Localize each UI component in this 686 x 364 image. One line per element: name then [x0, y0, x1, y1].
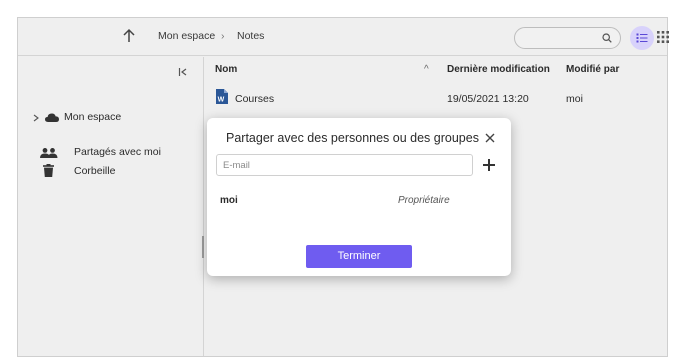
- sidebar-item-label: Mon espace: [64, 111, 122, 123]
- chevron-right-icon[interactable]: [33, 114, 39, 122]
- sidebar-item-label: Partagés avec moi: [74, 146, 161, 158]
- sidebar-item-partages[interactable]: Partagés avec moi: [18, 146, 188, 162]
- file-name: Courses: [235, 93, 275, 105]
- dialog-title: Partager avec des personnes ou des group…: [226, 131, 479, 145]
- sidebar-item-mon-espace[interactable]: Mon espace: [18, 110, 188, 126]
- sidebar-item-label: Corbeille: [74, 165, 116, 177]
- up-arrow-icon[interactable]: [122, 28, 136, 44]
- grid-view-icon[interactable]: [657, 30, 669, 43]
- people-icon: [40, 148, 58, 158]
- list-view-button[interactable]: [630, 26, 654, 50]
- cloud-icon: [45, 113, 59, 122]
- sort-indicator[interactable]: ^: [424, 64, 429, 75]
- column-header-name[interactable]: Nom: [215, 64, 237, 75]
- close-icon[interactable]: [483, 131, 497, 145]
- column-header-modified-by[interactable]: Modifié par: [566, 64, 619, 75]
- list-view-icon: [636, 33, 648, 43]
- sidebar: Mon espace Partagés avec moi Corbeille: [18, 57, 204, 356]
- add-icon[interactable]: [482, 158, 496, 172]
- resize-handle[interactable]: [202, 236, 204, 258]
- email-field[interactable]: [216, 154, 473, 176]
- search-input[interactable]: [514, 27, 621, 49]
- file-modified-by: moi: [566, 93, 583, 105]
- breadcrumb-root[interactable]: Mon espace: [158, 30, 215, 42]
- done-button[interactable]: Terminer: [306, 245, 412, 268]
- breadcrumb-current[interactable]: Notes: [237, 30, 264, 42]
- member-role: Propriétaire: [398, 195, 450, 206]
- column-header-modified[interactable]: Dernière modification: [447, 64, 550, 75]
- share-dialog: Partager avec des personnes ou des group…: [207, 118, 511, 276]
- word-document-icon: W: [216, 89, 228, 104]
- sidebar-item-corbeille[interactable]: Corbeille: [18, 164, 188, 180]
- breadcrumb-separator: ›: [221, 30, 225, 42]
- collapse-sidebar-icon[interactable]: [178, 64, 188, 76]
- member-name: moi: [220, 195, 238, 206]
- top-bar: Mon espace › Notes: [18, 18, 669, 56]
- search-icon: [602, 33, 612, 43]
- svg-text:W: W: [218, 97, 225, 104]
- file-modified: 19/05/2021 13:20: [447, 93, 529, 105]
- trash-icon: [43, 164, 54, 177]
